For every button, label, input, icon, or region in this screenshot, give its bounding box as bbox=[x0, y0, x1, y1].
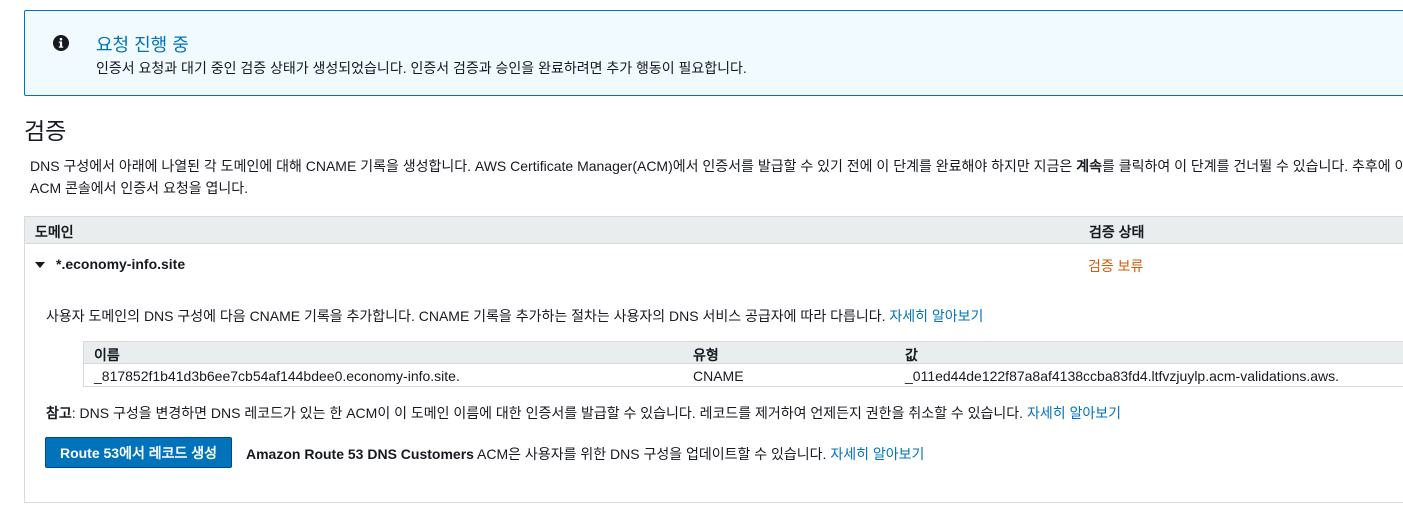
section-description: DNS 구성에서 아래에 나열된 각 도메인에 대해 CNAME 기록을 생성합… bbox=[30, 155, 1403, 199]
domain-row[interactable]: *.economy-info.site 검증 보류 bbox=[24, 244, 1403, 284]
table-header: 도메인 검증 상태 bbox=[24, 216, 1403, 244]
caret-down-icon[interactable] bbox=[35, 262, 45, 268]
banner-message: 인증서 요청과 대기 중인 검증 상태가 생성되었습니다. 인증서 검증과 승인… bbox=[96, 60, 747, 76]
create-record-route53-button[interactable]: Route 53에서 레코드 생성 bbox=[45, 437, 232, 468]
instruction-text: 사용자 도메인의 DNS 구성에 다음 CNAME 기록을 추가합니다. CNA… bbox=[46, 308, 890, 324]
banner-title: 요청 진행 중 bbox=[96, 35, 189, 55]
validation-status: 검증 보류 bbox=[1088, 258, 1144, 274]
info-icon bbox=[53, 35, 69, 51]
cname-record-table: 이름 유형 값 _817852f1b41d3b6ee7cb54af144bdee… bbox=[83, 341, 1403, 387]
route53-bold: Amazon Route 53 DNS Customers bbox=[246, 446, 474, 462]
domain-name: *.economy-info.site bbox=[56, 256, 186, 272]
record-type: CNAME bbox=[693, 368, 744, 384]
cname-instruction: 사용자 도메인의 DNS 구성에 다음 CNAME 기록을 추가합니다. CNA… bbox=[46, 306, 983, 326]
record-name: _817852f1b41d3b6ee7cb54af144bdee0.econom… bbox=[94, 368, 460, 384]
desc-text-2: 를 클릭하여 이 단계를 건너뛸 수 있습니다. 추후에 이 bbox=[1101, 158, 1403, 174]
col-header-domain: 도메인 bbox=[35, 224, 74, 240]
record-header-type: 유형 bbox=[693, 347, 719, 363]
note-label: 참고 bbox=[46, 405, 72, 421]
note-text: 참고: DNS 구성을 변경하면 DNS 레코드가 있는 한 ACM이 이 도메… bbox=[46, 403, 1121, 423]
desc-text-3: ACM 콘솔에서 인증서 요청을 엽니다. bbox=[30, 180, 248, 196]
desc-text-1: DNS 구성에서 아래에 나열된 각 도메인에 대해 CNAME 기록을 생성합… bbox=[30, 158, 1077, 174]
route53-learn-more-link[interactable]: 자세히 알아보기 bbox=[830, 446, 924, 462]
col-header-status: 검증 상태 bbox=[1089, 224, 1145, 240]
section-title: 검증 bbox=[24, 118, 67, 144]
record-header-value: 값 bbox=[905, 347, 918, 363]
record-header-name: 이름 bbox=[94, 347, 120, 363]
desc-bold-continue: 계속 bbox=[1076, 158, 1102, 174]
route53-info: Amazon Route 53 DNS Customers ACM은 사용자를 … bbox=[246, 444, 924, 464]
learn-more-link[interactable]: 자세히 알아보기 bbox=[889, 308, 983, 324]
note-learn-more-link[interactable]: 자세히 알아보기 bbox=[1027, 405, 1121, 421]
route53-body: ACM은 사용자를 위한 DNS 구성을 업데이트할 수 있습니다. bbox=[473, 446, 831, 462]
record-value: _011ed44de122f87a8af4138ccba83fd4.ltfvzj… bbox=[905, 368, 1340, 384]
note-body: : DNS 구성을 변경하면 DNS 레코드가 있는 한 ACM이 이 도메인 … bbox=[71, 405, 1027, 421]
info-banner: 요청 진행 중 인증서 요청과 대기 중인 검증 상태가 생성되었습니다. 인증… bbox=[24, 10, 1403, 96]
record-header: 이름 유형 값 bbox=[84, 342, 1403, 364]
